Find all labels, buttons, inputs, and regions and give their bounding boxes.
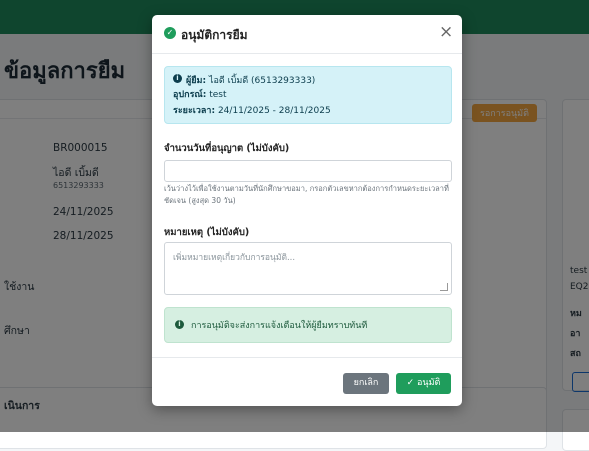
notify-alert: i การอนุมัติจะส่งการแจ้งเตือนให้ผู้ยืมทร… (164, 307, 452, 343)
approve-button[interactable]: ✓ อนุมัติ (396, 373, 451, 394)
note-placeholder: เพิ่มหมายเหตุเกี่ยวกับการอนุมัติ... (173, 253, 296, 263)
info-icon: i (175, 320, 184, 329)
modal-header: ✓ อนุมัติการยืม × (152, 15, 462, 54)
note-textarea[interactable]: เพิ่มหมายเหตุเกี่ยวกับการอนุมัติ... (164, 242, 452, 295)
cancel-button[interactable]: ยกเลิก (343, 373, 389, 394)
info-period-label: ระยะเวลา: (173, 106, 216, 116)
info-period: ระยะเวลา: 24/11/2025 - 28/11/2025 (173, 103, 331, 117)
info-equipment-value: test (209, 90, 227, 100)
borrow-info-box: i ผู้ยืม: ไอดี เบิ้มดี (6513293333) อุปก… (164, 66, 452, 124)
info-borrower-value: ไอดี เบิ้มดี (6513293333) (208, 76, 316, 86)
approve-label: อนุมัติ (417, 378, 441, 388)
info-equipment-label: อุปกรณ์: (173, 90, 207, 100)
info-icon: i (173, 74, 182, 83)
modal-footer-divider (152, 357, 462, 358)
info-period-value: 24/11/2025 - 28/11/2025 (217, 106, 331, 116)
close-button[interactable]: × (439, 23, 453, 41)
modal-title: อนุมัติการยืม (181, 28, 248, 42)
resize-grip-icon[interactable] (440, 283, 448, 291)
approve-modal: ✓ อนุมัติการยืม × i ผู้ยืม: ไอดี เบิ้มดี… (152, 15, 462, 406)
notify-text: การอนุมัติจะส่งการแจ้งเตือนให้ผู้ยืมทราบ… (191, 321, 368, 331)
days-input[interactable] (164, 160, 452, 182)
check-icon: ✓ (406, 378, 415, 388)
check-circle-icon: ✓ (164, 27, 176, 39)
info-equipment: อุปกรณ์: test (173, 87, 227, 101)
info-borrower-label: ผู้ยืม: (186, 76, 207, 86)
note-field-label: หมายเหตุ (ไม่บังคับ) (164, 227, 250, 238)
days-field-label: จำนวนวันที่อนุญาต (ไม่บังคับ) (164, 143, 290, 154)
days-help-text: เว้นว่างไว้เพื่อใช้งานตามวันที่นักศึกษาข… (164, 184, 449, 205)
info-borrower: ผู้ยืม: ไอดี เบิ้มดี (6513293333) (186, 73, 315, 87)
